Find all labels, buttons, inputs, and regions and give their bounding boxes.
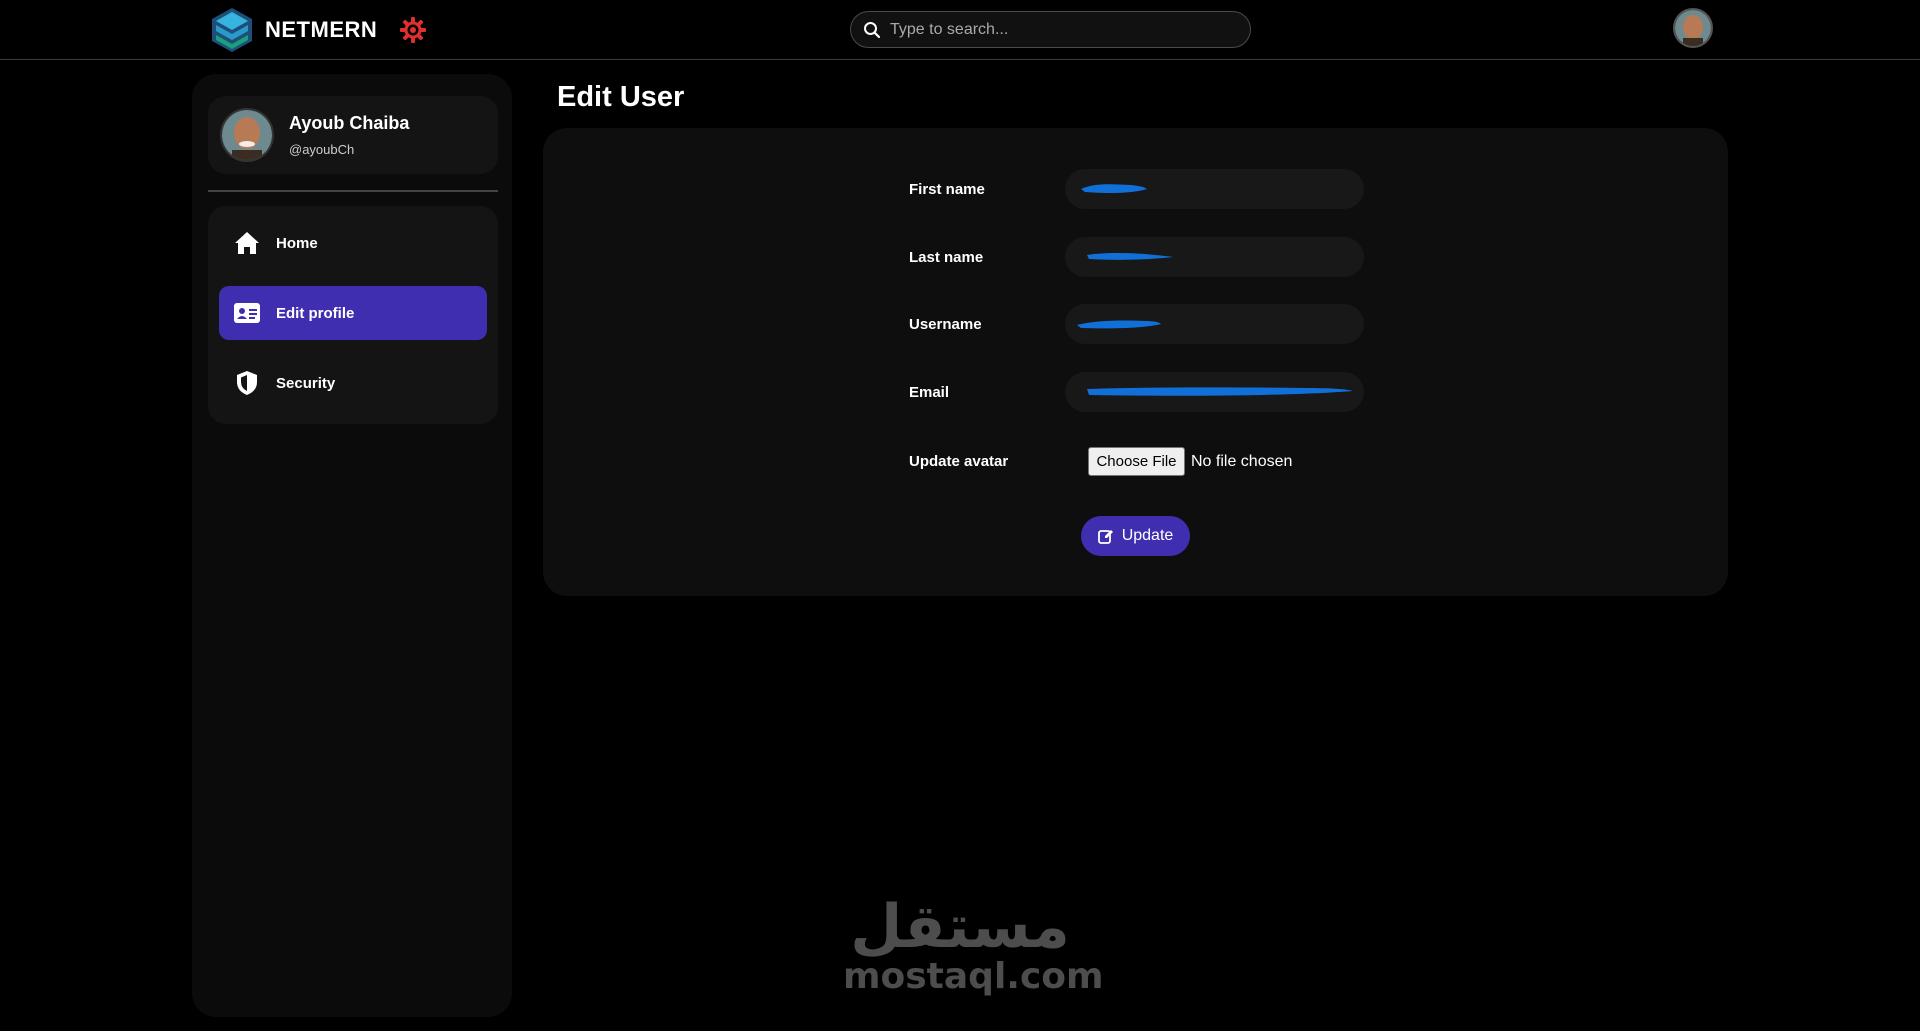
top-bar: NETMERN bbox=[0, 0, 1920, 60]
username-field[interactable] bbox=[1065, 304, 1364, 344]
email-row: Email bbox=[909, 372, 1364, 412]
last-name-field[interactable] bbox=[1065, 237, 1364, 277]
choose-file-button[interactable]: Choose File bbox=[1088, 447, 1185, 476]
gear-icon[interactable] bbox=[399, 16, 427, 44]
divider bbox=[208, 190, 498, 192]
redaction-mark bbox=[1077, 320, 1161, 329]
last-name-row: Last name bbox=[909, 237, 1364, 277]
shield-icon bbox=[233, 369, 261, 397]
watermark: مستقل mostaql.com bbox=[843, 892, 1104, 997]
brand-name: NETMERN bbox=[265, 17, 378, 42]
home-icon bbox=[233, 229, 261, 257]
edit-icon bbox=[1097, 530, 1113, 544]
first-name-label: First name bbox=[909, 180, 985, 198]
first-name-field[interactable] bbox=[1065, 169, 1364, 209]
avatar bbox=[220, 108, 274, 162]
search-input[interactable] bbox=[890, 20, 1230, 39]
profile-name: Ayoub Chaiba bbox=[289, 113, 410, 133]
page-title: Edit User bbox=[557, 81, 685, 113]
sidebar-item-security[interactable]: Security bbox=[219, 356, 487, 410]
username-label: Username bbox=[909, 315, 982, 333]
search-icon bbox=[864, 21, 881, 38]
sidebar-item-label: Home bbox=[276, 234, 318, 252]
sidebar-item-label: Security bbox=[276, 374, 336, 392]
redaction-mark bbox=[1081, 184, 1147, 193]
sidebar-item-edit-profile[interactable]: Edit profile bbox=[219, 286, 487, 340]
sidebar-nav: Home Edit profile Security bbox=[208, 206, 498, 424]
sidebar-item-label: Edit profile bbox=[276, 304, 355, 322]
redaction-mark bbox=[1087, 253, 1173, 260]
file-status: No file chosen bbox=[1191, 452, 1293, 470]
sidebar: Ayoub Chaiba @ayoubCh Home Edit profile … bbox=[192, 74, 512, 1017]
avatar-upload-row: Update avatar Choose File No file chosen bbox=[909, 447, 1292, 476]
email-label: Email bbox=[909, 383, 950, 401]
user-avatar[interactable] bbox=[1673, 8, 1713, 48]
redaction-mark bbox=[1087, 387, 1353, 396]
brand[interactable]: NETMERN bbox=[209, 6, 377, 54]
search-box[interactable] bbox=[850, 11, 1251, 48]
update-button[interactable]: Update bbox=[1081, 516, 1190, 556]
edit-user-form: First name Last name Username Email Upda… bbox=[543, 128, 1728, 596]
email-field[interactable] bbox=[1065, 372, 1364, 412]
watermark-arabic: مستقل bbox=[850, 892, 1070, 962]
update-label: Update bbox=[1121, 527, 1174, 544]
last-name-label: Last name bbox=[909, 248, 984, 266]
id-card-icon bbox=[233, 299, 261, 327]
watermark-latin: mostaql.com bbox=[843, 956, 1104, 997]
sidebar-item-home[interactable]: Home bbox=[219, 216, 487, 270]
avatar-label: Update avatar bbox=[909, 453, 1009, 470]
username-row: Username bbox=[909, 304, 1364, 344]
logo-icon bbox=[212, 8, 252, 52]
profile-card[interactable]: Ayoub Chaiba @ayoubCh bbox=[208, 96, 498, 174]
first-name-row: First name bbox=[909, 169, 1364, 209]
profile-handle: @ayoubCh bbox=[289, 142, 355, 157]
